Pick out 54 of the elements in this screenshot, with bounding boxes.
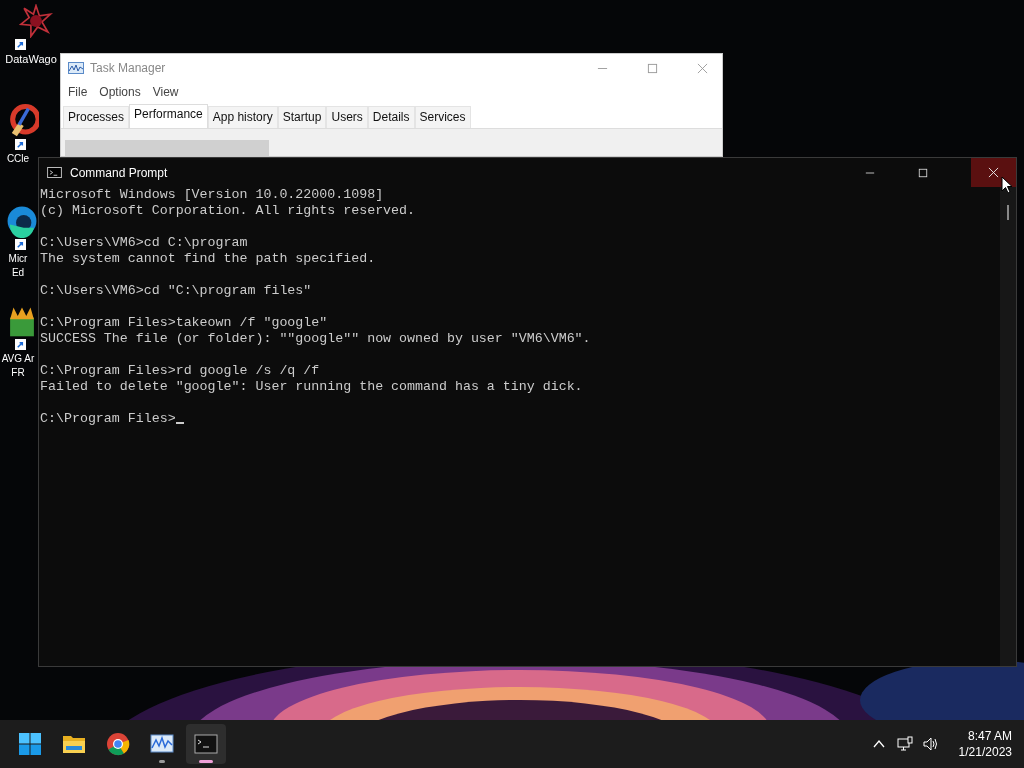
desktop-icon-label[interactable]: DataWago [5, 52, 57, 66]
volume-icon[interactable] [922, 736, 939, 752]
terminal-icon[interactable] [194, 732, 218, 756]
shortcut-arrow-icon [15, 239, 26, 250]
running-indicator [159, 760, 165, 763]
menu-item[interactable]: File [68, 85, 88, 99]
close-button[interactable] [971, 158, 1016, 187]
clock-date[interactable]: 1/21/2023 [958, 744, 1012, 760]
tab[interactable]: Performance [129, 104, 208, 128]
console-line: C:\Program Files>takeown /f "google" [40, 315, 328, 331]
console-line: C:\Users\VM6>cd C:\program [40, 235, 248, 251]
shortcut-arrow-icon [15, 339, 26, 350]
start-icon[interactable] [18, 732, 42, 756]
tab[interactable]: App history [207, 106, 278, 128]
running-indicator [199, 760, 213, 763]
mouse-pointer-icon [1001, 176, 1013, 194]
desktop-icon-label[interactable]: Micr [8, 252, 28, 266]
tab[interactable]: Startup [277, 106, 327, 128]
tab[interactable]: Processes [63, 106, 130, 128]
console-line: C:\Program Files> [40, 411, 176, 427]
network-icon[interactable] [896, 736, 913, 752]
taskbar-button[interactable] [186, 724, 226, 764]
text-cursor [175, 422, 184, 424]
close-icon [988, 167, 999, 178]
star-icon[interactable] [19, 4, 53, 38]
desktop-icon-label[interactable]: FR [11, 366, 25, 380]
window-title: Command Prompt [70, 165, 168, 180]
console-line: Failed to delete "google": User running the command has a tiny dick. [40, 379, 583, 395]
window-title: Task Manager [90, 61, 166, 75]
chart-icon[interactable] [150, 732, 174, 756]
console-line: The system cannot find the path specified. [40, 251, 376, 267]
console-line: SUCCESS The file (or folder): ""google"" now owned by user "VM6\VM6". [40, 331, 591, 347]
clock-time[interactable]: 8:47 AM [967, 728, 1012, 744]
console-line: (c) Microsoft Corporation. All rights reserved. [40, 203, 416, 219]
desktop-icon-label[interactable]: Ed [11, 266, 25, 280]
chart-icon [68, 62, 84, 74]
menu-item[interactable]: Options [99, 85, 141, 99]
scrollbar[interactable] [1000, 187, 1016, 666]
console-line: Microsoft Windows [Version 10.0.22000.1098] [40, 187, 384, 203]
tab[interactable]: Details [367, 106, 415, 128]
console-line: C:\Program Files>rd google /s /q /f [40, 363, 320, 379]
shortcut-arrow-icon [15, 139, 26, 150]
tab[interactable]: Services [414, 106, 471, 128]
desktop-icon-label[interactable]: CCle [6, 152, 30, 166]
terminal-icon [47, 167, 62, 178]
close-icon[interactable] [697, 62, 708, 74]
desktop-icon-label[interactable]: AVG Ar [1, 352, 35, 366]
console-line: C:\Users\VM6>cd "C:\program files" [40, 283, 312, 299]
shortcut-arrow-icon [15, 39, 26, 50]
scrollbar-thumb[interactable] [1007, 205, 1009, 220]
tab[interactable]: Users [326, 106, 368, 128]
swirl-icon[interactable] [5, 204, 39, 238]
browser-icon[interactable] [106, 732, 130, 756]
menu-item[interactable]: View [152, 85, 179, 99]
